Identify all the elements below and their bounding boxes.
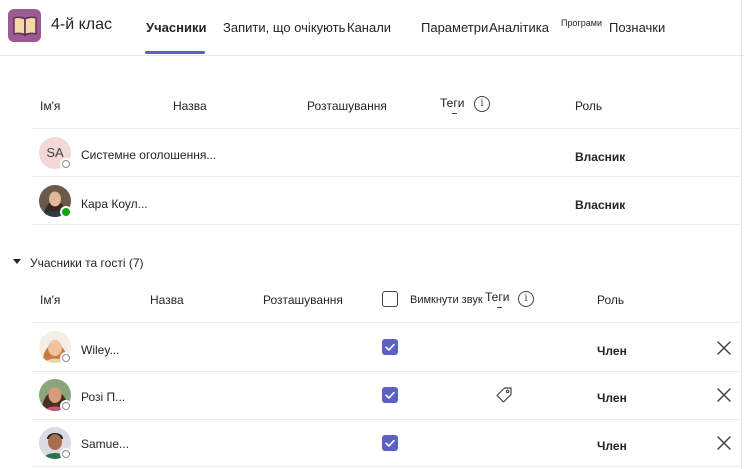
panel-divider xyxy=(741,0,742,469)
members-section-title[interactable]: Учасники та гості (7) xyxy=(30,256,143,270)
row-divider xyxy=(32,128,741,129)
member-role[interactable]: Власник xyxy=(575,150,625,164)
tab-analytics[interactable]: Аналітика xyxy=(489,20,549,35)
info-icon[interactable]: i xyxy=(474,96,490,112)
mute-all-checkbox[interactable] xyxy=(382,291,398,307)
row-divider xyxy=(32,224,741,225)
tags-header-dash xyxy=(497,307,502,308)
member-role[interactable]: Член xyxy=(597,344,627,358)
close-icon[interactable] xyxy=(716,340,732,361)
active-tab-indicator xyxy=(145,51,205,54)
row-divider xyxy=(32,419,741,420)
presence-offline-icon xyxy=(60,448,72,460)
tab-apps[interactable]: Програми xyxy=(561,18,602,28)
member-name[interactable]: Wiley... xyxy=(81,343,119,357)
info-icon[interactable]: i xyxy=(518,291,534,307)
presence-offline-icon xyxy=(60,158,72,170)
member-role[interactable]: Член xyxy=(597,391,627,405)
column-header-title[interactable]: Назва xyxy=(173,99,207,113)
member-name[interactable]: Розі П... xyxy=(81,390,125,404)
mute-checkbox[interactable] xyxy=(382,339,398,355)
column-header-tags[interactable]: Теги xyxy=(440,96,464,110)
column-header-tags[interactable]: Теги xyxy=(485,290,509,304)
team-name: 4-й клас xyxy=(51,16,113,33)
presence-available-icon xyxy=(60,206,72,218)
mute-checkbox[interactable] xyxy=(382,387,398,403)
member-name[interactable]: Кара Коул... xyxy=(81,197,148,211)
column-header-name[interactable]: Ім'я xyxy=(40,293,60,307)
tab-tags[interactable]: Позначки xyxy=(609,20,665,35)
team-header: 4-й клас Учасники Запити, що очікують Ка… xyxy=(0,0,744,56)
tags-header-dash xyxy=(452,113,457,114)
tab-channels[interactable]: Канали xyxy=(347,20,391,35)
column-header-role[interactable]: Роль xyxy=(597,293,624,307)
row-divider xyxy=(32,466,741,467)
column-header-title[interactable]: Назва xyxy=(150,293,184,307)
row-divider xyxy=(32,176,741,177)
row-divider xyxy=(32,371,741,372)
presence-offline-icon xyxy=(60,400,72,412)
column-header-mute[interactable]: Вимкнути звук xyxy=(410,294,483,306)
member-role[interactable]: Член xyxy=(597,439,627,453)
caret-down-icon[interactable] xyxy=(13,259,21,264)
tab-settings[interactable]: Параметри xyxy=(421,20,488,35)
row-divider xyxy=(32,322,741,323)
member-role[interactable]: Власник xyxy=(575,198,625,212)
column-header-location[interactable]: Розташування xyxy=(307,99,387,113)
column-header-location[interactable]: Розташування xyxy=(263,293,343,307)
member-name[interactable]: Системне оголошення... xyxy=(81,148,216,162)
tab-pending-requests[interactable]: Запити, що очікують xyxy=(223,20,345,35)
presence-offline-icon xyxy=(60,352,72,364)
tab-members[interactable]: Учасники xyxy=(146,20,206,35)
close-icon[interactable] xyxy=(716,435,732,456)
member-name[interactable]: Samue... xyxy=(81,437,129,451)
tag-icon[interactable] xyxy=(495,386,513,409)
close-icon[interactable] xyxy=(716,387,732,408)
column-header-name[interactable]: Ім'я xyxy=(40,99,60,113)
column-header-role[interactable]: Роль xyxy=(575,99,602,113)
book-icon xyxy=(8,9,41,42)
mute-checkbox[interactable] xyxy=(382,435,398,451)
